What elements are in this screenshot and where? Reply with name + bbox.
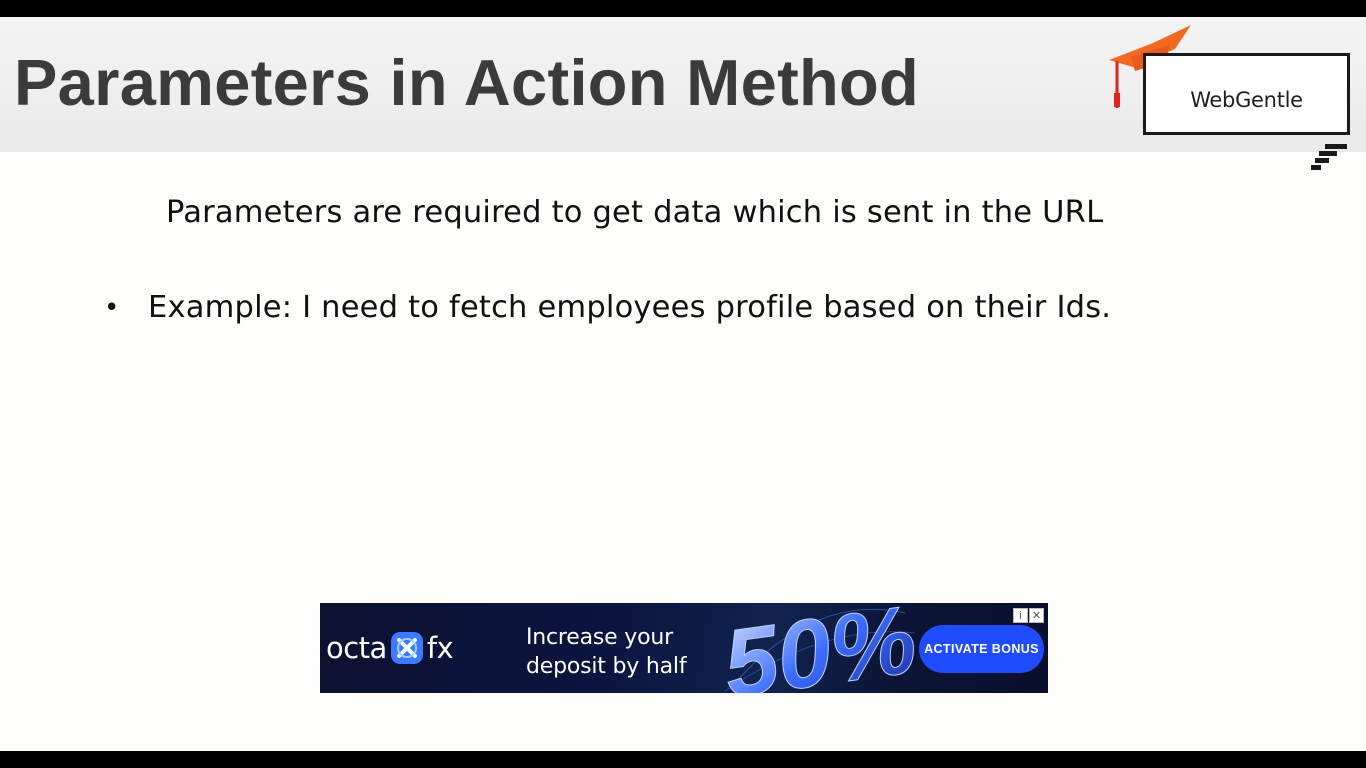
logo-box: WebGentle xyxy=(1143,53,1350,135)
slide-title: Parameters in Action Method xyxy=(14,46,920,119)
ad-headline-line1: Increase your xyxy=(526,625,673,650)
ad-close-icon[interactable]: ✕ xyxy=(1029,608,1044,623)
logo-text: WebGentle xyxy=(1190,88,1303,112)
activate-bonus-button[interactable]: ACTIVATE BONUS xyxy=(919,625,1044,673)
octafx-logo: octa fx xyxy=(326,630,454,666)
ad-brand-right: fx xyxy=(426,631,454,665)
octafx-mark-icon xyxy=(390,632,423,664)
ad-headline-line2: deposit by half xyxy=(526,654,687,679)
ad-controls: i ✕ xyxy=(1013,608,1044,623)
intro-text: Parameters are required to get data whic… xyxy=(166,195,1104,230)
ad-info-icon[interactable]: i xyxy=(1013,608,1028,623)
webgentle-logo: WebGentle xyxy=(1105,23,1360,178)
bullet-marker: • xyxy=(104,293,120,323)
ad-headline: Increase your deposit by half xyxy=(526,623,687,681)
video-frame: Parameters in Action Method WebGentle Pa… xyxy=(0,0,1366,768)
fifty-percent-graphic: 50% xyxy=(717,603,915,693)
bullet-text: Example: I need to fetch employees profi… xyxy=(148,290,1112,325)
ad-banner[interactable]: octa fx Increase your deposit by half 50… xyxy=(320,603,1048,693)
bullet-item: • Example: I need to fetch employees pro… xyxy=(104,288,1111,328)
ad-graphic-text: 50% xyxy=(717,603,915,693)
ad-brand-left: octa xyxy=(326,631,387,665)
logo-bars-icon xyxy=(1311,144,1347,170)
bullet-list: • Example: I need to fetch employees pro… xyxy=(104,288,1111,328)
